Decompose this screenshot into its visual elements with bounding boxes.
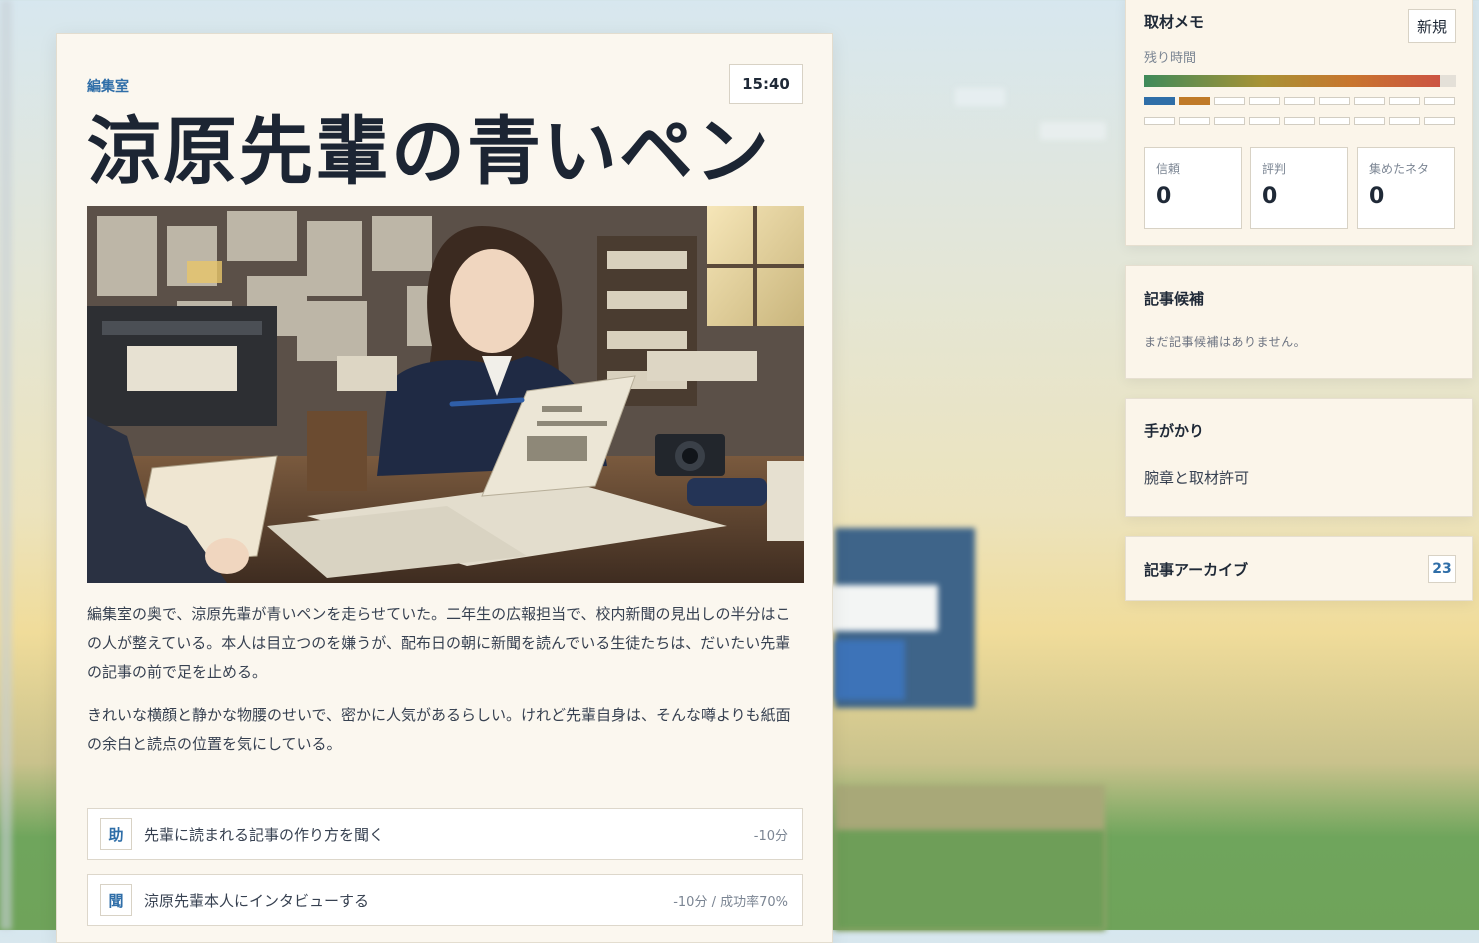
scene-title: 涼原先輩の青いペン [87,109,771,195]
progress-segment [1249,97,1280,105]
progress-segment [1144,117,1175,125]
choice-label: 先輩に読まれる記事の作り方を聞く [144,825,385,844]
progress-segment [1319,117,1350,125]
memo-panel: 取材メモ 新規 残り時間 信頼 0 評判 0 集めたネタ 0 [1125,0,1473,246]
progress-segment [1284,117,1315,125]
candidates-title: 記事候補 [1144,290,1205,308]
archive-title: 記事アーカイブ [1144,561,1249,579]
background-decoration [1040,122,1106,140]
stat-collected-stories: 集めたネタ 0 [1357,147,1455,229]
time-remaining-bar [1144,75,1456,87]
candidates-empty-text: まだ記事候補はありません。 [1144,335,1307,349]
stat-trust: 信頼 0 [1144,147,1242,229]
background-decoration [955,88,1005,106]
background-window-edge [0,0,12,930]
progress-segment [1144,97,1175,105]
choice-key-badge: 聞 [100,884,132,916]
progress-segment [1389,97,1420,105]
stat-label: 評判 [1262,162,1287,176]
archive-count-badge: 23 [1428,555,1456,583]
scene-description: 編集室の奥で、涼原先輩が青いペンを走らせていた。二年生の広報担当で、校内新聞の見… [87,600,799,773]
clock-display: 15:40 [729,64,803,104]
progress-segment [1354,97,1385,105]
time-remaining-fill [1144,75,1441,87]
progress-segment [1424,97,1455,105]
background-board-paper [820,585,938,631]
progress-row [1144,97,1455,105]
progress-segment [1214,97,1245,105]
location-label: 編集室 [87,79,129,95]
new-memo-button[interactable]: 新規 [1408,9,1456,43]
stat-label: 信頼 [1156,162,1181,176]
choice-cost: -10分 [753,828,788,844]
choice-key-badge: 助 [100,818,132,850]
scene-paragraph: きれいな横顔と静かな物腰のせいで、密かに人気があるらしい。けれど先輩自身は、そん… [87,706,791,753]
scene-illustration [87,206,804,583]
stat-value: 0 [1262,184,1278,209]
progress-segment [1284,97,1315,105]
choice-ask-advice[interactable]: 助 先輩に読まれる記事の作り方を聞く -10分 [87,808,803,860]
stat-value: 0 [1369,184,1385,209]
clues-panel: 手がかり 腕章と取材許可 [1125,398,1473,517]
article-archive-panel[interactable]: 記事アーカイブ 23 [1125,536,1473,601]
stat-reputation: 評判 0 [1250,147,1348,229]
article-candidates-panel: 記事候補 まだ記事候補はありません。 [1125,265,1473,379]
choice-interview[interactable]: 聞 涼原先輩本人にインタビューする -10分 / 成功率70% [87,874,803,926]
stat-label: 集めたネタ [1369,162,1430,176]
progress-segment [1319,97,1350,105]
choice-cost: -10分 / 成功率70% [673,894,788,910]
progress-segment [1424,117,1455,125]
progress-segment [1249,117,1280,125]
progress-segment [1179,117,1210,125]
background-grass [835,830,1105,930]
stat-value: 0 [1156,184,1172,209]
scene-paragraph: 編集室の奥で、涼原先輩が青いペンを走らせていた。二年生の広報担当で、校内新聞の見… [87,605,791,681]
clue-item[interactable]: 腕章と取材許可 [1144,467,1249,488]
progress-segment [1214,117,1245,125]
clues-title: 手がかり [1144,422,1205,440]
background-board-sign [835,640,905,700]
progress-segment [1179,97,1210,105]
progress-row [1144,117,1455,125]
scene-card: 編集室 15:40 涼原先輩の青いペン 編集室の奥で、涼原先輩が青いペンを走らせ… [56,33,833,943]
progress-segment [1389,117,1420,125]
progress-segment [1354,117,1385,125]
choice-label: 涼原先輩本人にインタビューする [144,891,370,910]
memo-title: 取材メモ [1144,13,1205,31]
time-remaining-label: 残り時間 [1144,51,1197,66]
